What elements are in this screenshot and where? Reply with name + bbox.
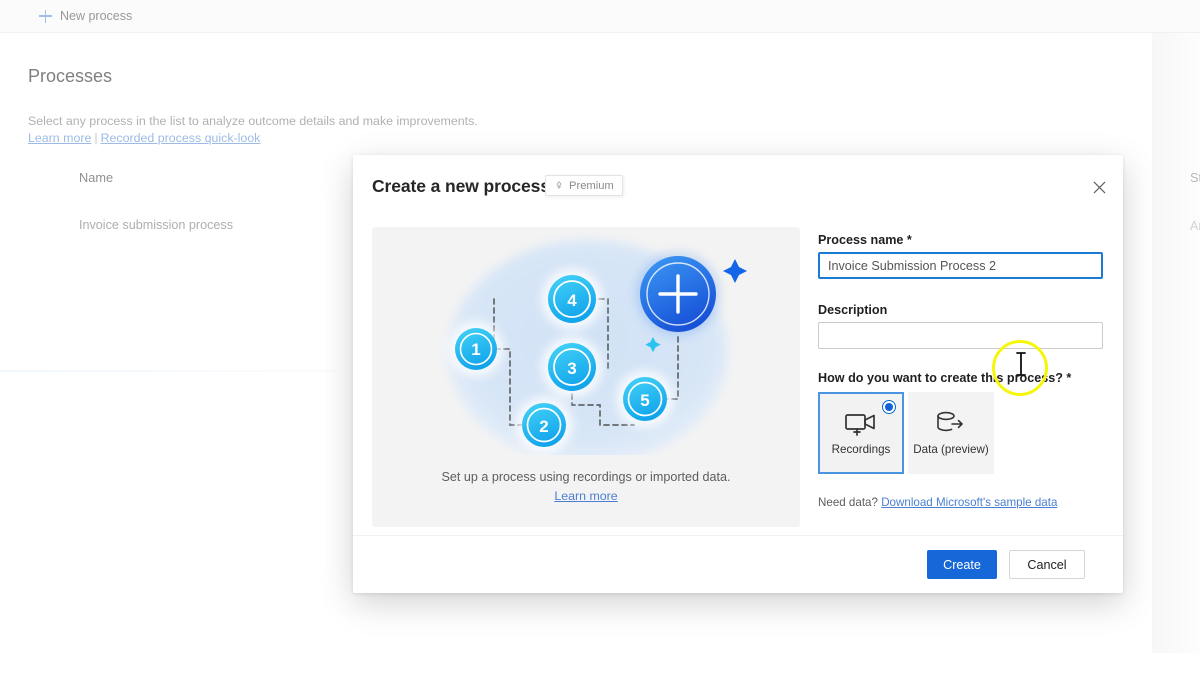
option-data-preview[interactable]: Data (preview) — [908, 392, 994, 474]
process-node-4: 4 — [548, 275, 596, 323]
need-data-prefix: Need data? — [818, 496, 878, 509]
creation-method-label-text: How do you want to create this process? — [818, 371, 1063, 385]
recordings-radio[interactable] — [882, 400, 896, 414]
close-icon — [1093, 181, 1105, 193]
process-name-input[interactable] — [818, 252, 1103, 279]
svg-text:2: 2 — [539, 417, 548, 436]
creation-method-required-marker: * — [1066, 371, 1072, 385]
svg-text:4: 4 — [567, 291, 577, 310]
create-button[interactable]: Create — [927, 550, 997, 579]
video-camera-add-icon — [845, 414, 875, 436]
plus-circle-icon — [636, 252, 720, 336]
premium-badge-label: Premium — [569, 179, 614, 192]
dialog-footer: Create Cancel — [353, 535, 1123, 593]
description-label: Description — [818, 303, 888, 317]
process-node-5: 5 — [623, 377, 667, 421]
option-recordings[interactable]: Recordings — [818, 392, 904, 474]
svg-text:3: 3 — [567, 359, 576, 378]
need-data-row: Need data? Download Microsoft's sample d… — [818, 496, 1103, 509]
data-preview-label: Data (preview) — [913, 443, 989, 456]
dialog-title: Create a new process — [372, 176, 550, 196]
download-sample-data-link[interactable]: Download Microsoft's sample data — [881, 496, 1057, 509]
process-name-required-marker: * — [906, 233, 912, 247]
create-process-dialog: Create a new process Premium 1 4 3 2 5 S… — [353, 155, 1123, 593]
illustration-caption: Set up a process using recordings or imp… — [441, 470, 731, 484]
illustration-learn-more-link[interactable]: Learn more — [554, 489, 617, 503]
process-node-1: 1 — [455, 328, 497, 370]
database-export-icon — [937, 411, 963, 432]
close-button[interactable] — [1086, 174, 1112, 200]
description-input[interactable] — [818, 322, 1103, 349]
create-process-form: Process name * Description How do you wa… — [818, 233, 1103, 509]
process-name-label-text: Process name — [818, 233, 904, 247]
process-node-3: 3 — [548, 343, 596, 391]
dialog-header: Create a new process Premium — [353, 155, 1123, 219]
creation-method-options: Recordings Data (preview) — [818, 392, 1103, 474]
recordings-label: Recordings — [831, 443, 891, 456]
svg-text:5: 5 — [640, 391, 649, 410]
diamond-icon — [556, 180, 562, 189]
screen: New process Processes Select any process… — [0, 0, 1200, 693]
creation-method-label: How do you want to create this process? … — [818, 371, 1103, 385]
svg-text:1: 1 — [471, 340, 480, 359]
illustration-panel: 1 4 3 2 5 Set up a process using recordi… — [372, 227, 800, 527]
premium-badge: Premium — [545, 175, 623, 196]
process-illustration: 1 4 3 2 5 — [448, 240, 747, 455]
illustration-link-wrap: Learn more — [372, 489, 800, 503]
cancel-button[interactable]: Cancel — [1009, 550, 1085, 579]
process-node-2: 2 — [522, 403, 566, 447]
process-name-label: Process name * — [818, 233, 1103, 247]
